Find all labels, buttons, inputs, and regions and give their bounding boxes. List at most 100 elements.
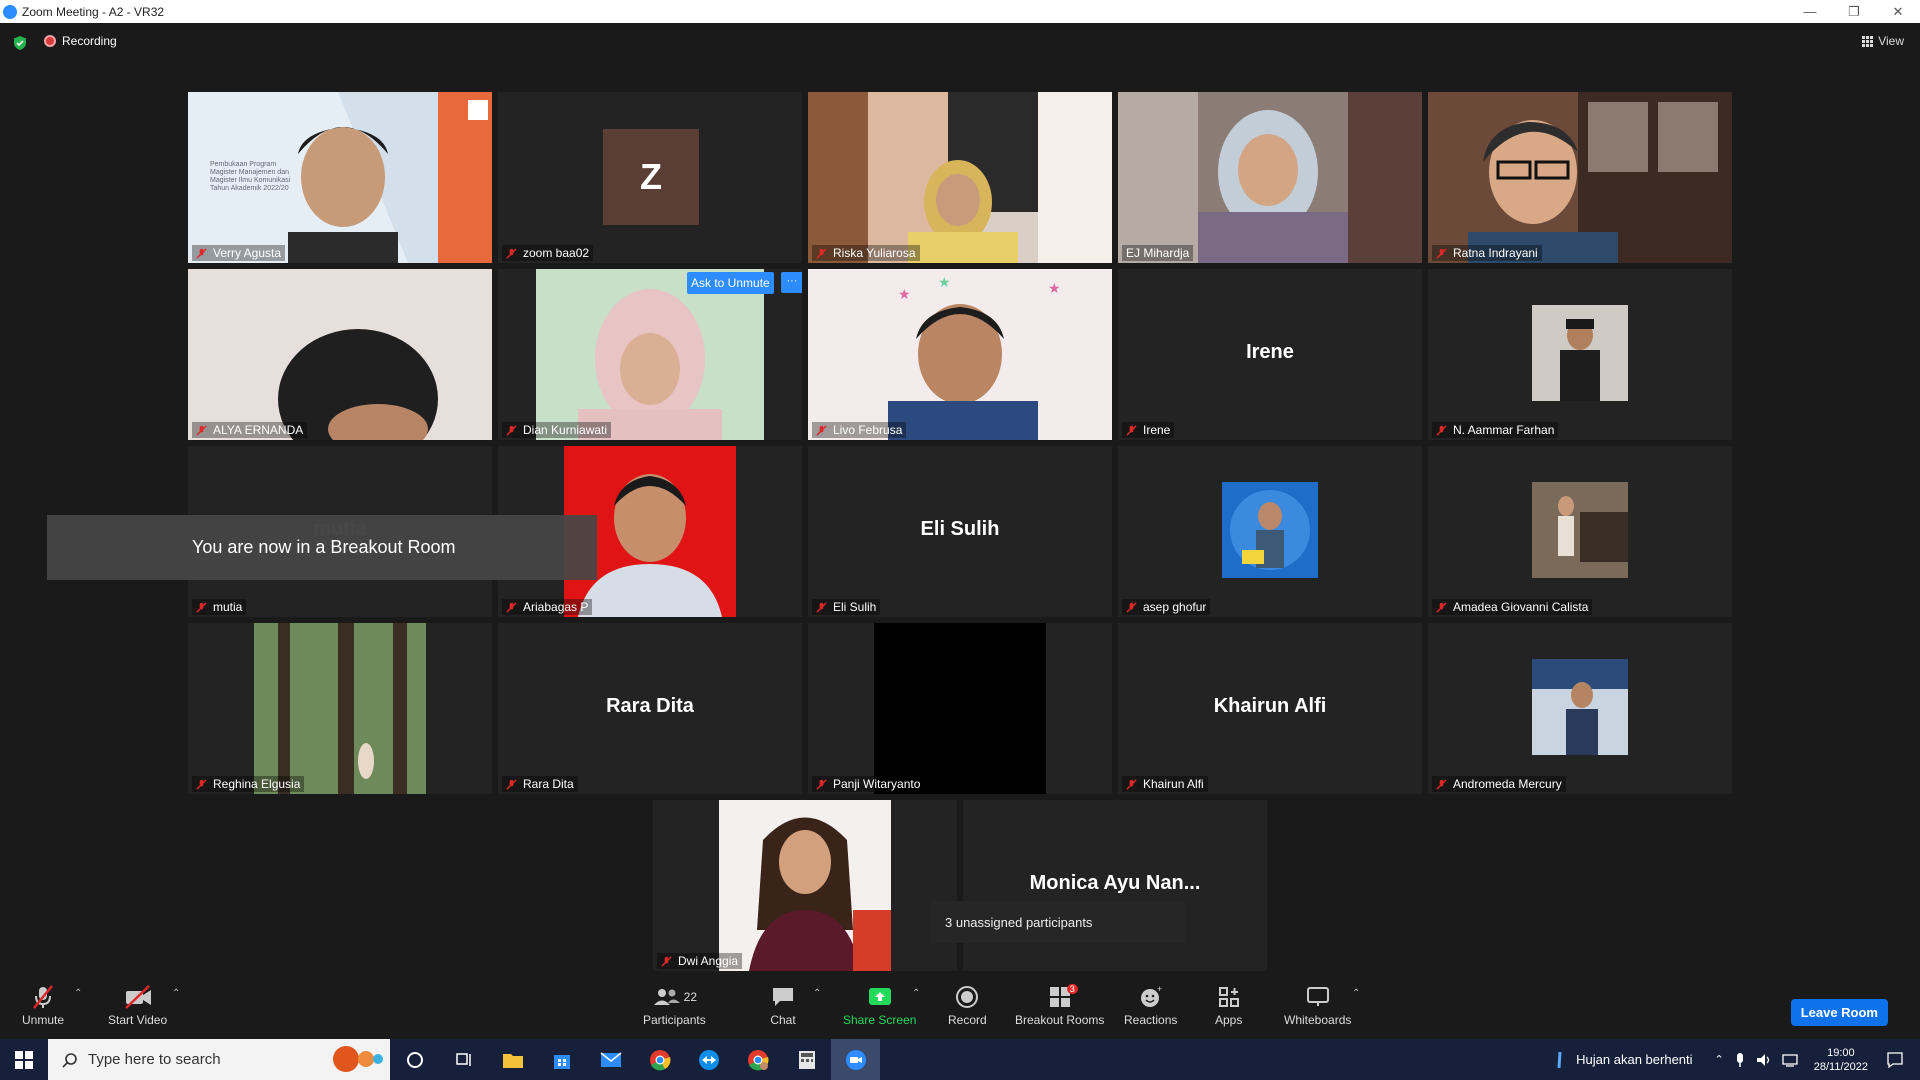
weather-text[interactable]: Hujan akan berhenti (1576, 1052, 1692, 1067)
audio-options-caret[interactable]: ⌃ (74, 988, 82, 999)
participant-name-label: Dwi Anggia (657, 953, 743, 969)
participant-name-label: N. Aammar Farhan (1432, 422, 1559, 438)
shield-icon[interactable] (12, 35, 28, 51)
participant-name-label: Verry Agusta (192, 245, 286, 261)
profile-picture (1532, 659, 1628, 755)
video-tile[interactable]: Amadea Giovanni Calista (1428, 446, 1732, 617)
close-icon[interactable]: ✕ (1876, 0, 1920, 23)
video-tile[interactable]: Dwi Anggia (653, 800, 957, 971)
whiteboards-button[interactable]: Whiteboards (1284, 984, 1351, 1027)
participant-video (498, 269, 802, 440)
muted-mic-icon (1436, 778, 1447, 790)
mail-icon[interactable] (586, 1039, 635, 1080)
reactions-icon: + (1140, 984, 1162, 1007)
video-tile[interactable]: Monica Ayu Nan... (963, 800, 1267, 971)
video-options-caret[interactable]: ⌃ (172, 988, 180, 999)
video-tile[interactable]: Riska Yuliarosa (808, 92, 1112, 263)
recording-indicator[interactable]: Recording (44, 34, 117, 48)
task-view-icon[interactable] (439, 1039, 488, 1080)
cortana-icon[interactable] (390, 1039, 439, 1080)
participant-name-label: Livo Februsa (812, 422, 907, 438)
video-tile[interactable]: Z zoom baa02 (498, 92, 802, 263)
start-video-button[interactable]: Start Video (108, 984, 167, 1027)
chrome-icon[interactable] (635, 1039, 684, 1080)
microphone-icon[interactable] (1734, 1052, 1746, 1068)
view-button[interactable]: View (1862, 34, 1904, 48)
window-titlebar: Zoom Meeting - A2 - VR32 — ❐ ✕ (0, 0, 1920, 23)
participant-video (653, 800, 957, 971)
calculator-icon[interactable] (782, 1039, 831, 1080)
clock-time: 19:00 (1827, 1046, 1855, 1059)
video-tile[interactable]: Khairun Alfi Khairun Alfi (1118, 623, 1422, 794)
video-tile[interactable]: Panji Witaryanto (808, 623, 1112, 794)
muted-mic-icon (1436, 424, 1447, 436)
participant-video (1428, 92, 1732, 263)
chat-icon (773, 988, 793, 1006)
participant-name-label: Panji Witaryanto (812, 776, 925, 792)
search-placeholder: Type here to search (88, 1051, 221, 1068)
video-tile[interactable]: N. Aammar Farhan (1428, 269, 1732, 440)
video-tile[interactable]: Ratna Indrayani (1428, 92, 1732, 263)
participant-video: ★ ★ ★ (808, 269, 1112, 440)
muted-mic-icon (661, 955, 672, 967)
file-explorer-icon[interactable] (488, 1039, 537, 1080)
minimize-icon[interactable]: — (1788, 0, 1832, 23)
video-tile[interactable]: asep ghofur (1118, 446, 1422, 617)
participant-video (1118, 92, 1422, 263)
taskbar-search-input[interactable]: Type here to search (48, 1039, 390, 1080)
share-screen-button[interactable]: Share Screen (843, 984, 916, 1027)
restore-icon[interactable]: ❐ (1832, 0, 1876, 23)
participant-name-label: Andromeda Mercury (1432, 776, 1566, 792)
store-icon[interactable] (537, 1039, 586, 1080)
windows-start-icon[interactable] (0, 1039, 48, 1080)
taskbar-clock[interactable]: 19:00 28/11/2022 (1814, 1046, 1868, 1074)
chat-options-caret[interactable]: ⌃ (813, 988, 821, 999)
video-off-icon (124, 985, 151, 1009)
unmute-button[interactable]: Unmute (22, 984, 64, 1027)
video-tile[interactable]: ★ ★ ★ Livo Februsa (808, 269, 1112, 440)
participant-name-label: EJ Mihardja (1122, 245, 1194, 261)
volume-icon[interactable] (1756, 1052, 1772, 1068)
record-button[interactable]: Record (948, 984, 987, 1027)
video-tile[interactable]: Andromeda Mercury (1428, 623, 1732, 794)
ask-to-unmute-button[interactable]: Ask to Unmute (687, 272, 774, 294)
participant-name-label: mutia (192, 599, 247, 615)
muted-mic-icon (33, 985, 53, 1009)
unassigned-participants-popup[interactable]: 3 unassigned participants (931, 901, 1185, 943)
avatar: Z (603, 129, 699, 225)
participant-display-name: Monica Ayu Nan... (1029, 872, 1201, 894)
chat-button[interactable]: Chat (770, 984, 796, 1027)
reactions-button[interactable]: + Reactions (1124, 984, 1177, 1027)
participant-name-label: asep ghofur (1122, 599, 1211, 615)
clock-date: 28/11/2022 (1813, 1060, 1868, 1073)
teamviewer-icon[interactable] (684, 1039, 733, 1080)
participants-button[interactable]: 22 Participants (643, 984, 706, 1027)
network-icon[interactable] (1782, 1052, 1798, 1068)
video-tile[interactable]: Ask to Unmute ··· Dian Kurniawati (498, 269, 802, 440)
apps-button[interactable]: Apps (1215, 984, 1242, 1027)
chevron-up-icon[interactable]: ⌃ (1715, 1053, 1724, 1066)
whiteboard-options-caret[interactable]: ⌃ (1352, 988, 1360, 999)
participant-video (188, 269, 492, 440)
leave-room-button[interactable]: Leave Room (1790, 999, 1888, 1026)
share-options-caret[interactable]: ⌃ (912, 988, 920, 999)
video-tile[interactable]: Pembukaan Program Magister Manajemen dan M… (188, 92, 492, 263)
breakout-rooms-button[interactable]: 3 Breakout Rooms (1015, 984, 1104, 1027)
chrome-profile-icon[interactable] (733, 1039, 782, 1080)
video-tile-active-speaker[interactable]: EJ Mihardja (1118, 92, 1422, 263)
record-icon (956, 986, 979, 1008)
zoom-taskbar-icon[interactable] (831, 1039, 880, 1080)
muted-mic-icon (506, 601, 517, 613)
participant-display-name: Eli Sulih (920, 518, 1000, 540)
video-tile[interactable]: Eli Sulih Eli Sulih (808, 446, 1112, 617)
grid-view-icon (1862, 35, 1874, 47)
video-tile[interactable]: Reghina Elgusia (188, 623, 492, 794)
notifications-icon[interactable] (1886, 1051, 1904, 1069)
participant-name-label: ALYA ERNANDA (192, 422, 308, 438)
video-tile[interactable]: ALYA ERNANDA (188, 269, 492, 440)
video-tile[interactable]: Irene Irene (1118, 269, 1422, 440)
more-options-button[interactable]: ··· (781, 272, 802, 293)
muted-mic-icon (1126, 601, 1137, 613)
video-tile[interactable]: Rara Dita Rara Dita (498, 623, 802, 794)
svg-text:★: ★ (1048, 280, 1061, 296)
